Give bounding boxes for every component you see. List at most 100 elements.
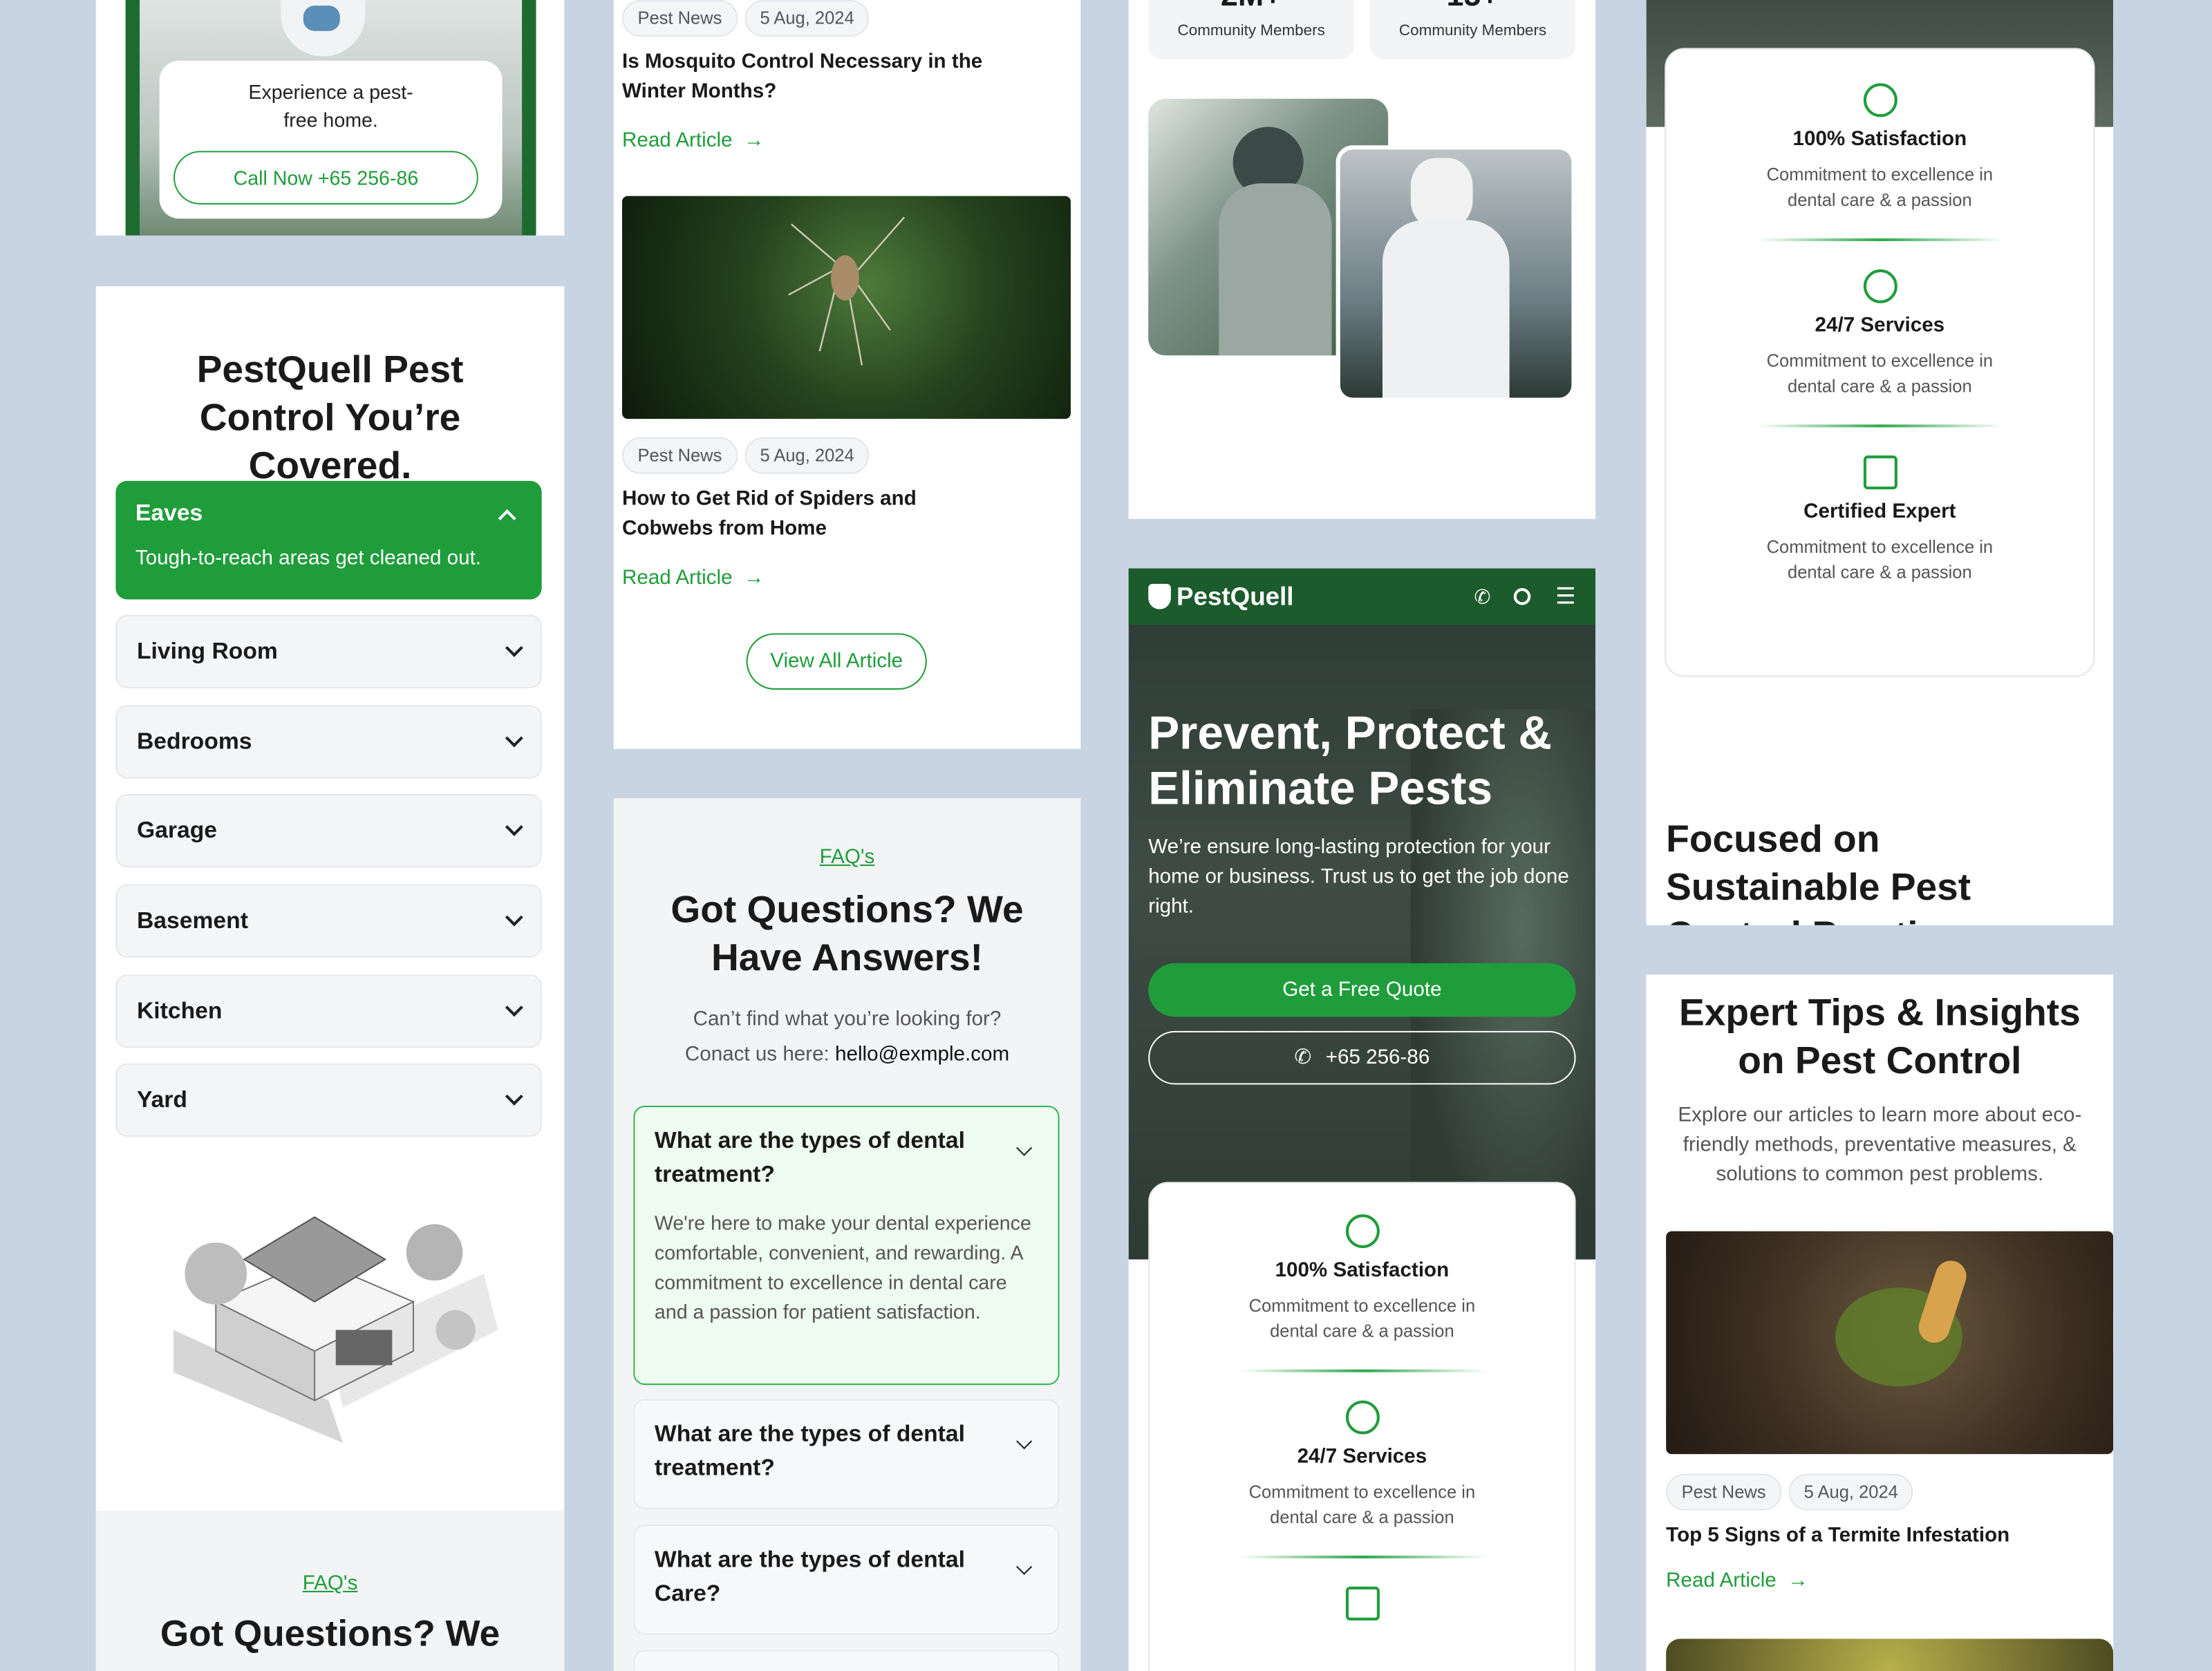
- community-stat: 15+ Community Members: [1369, 0, 1576, 59]
- hero-title: Prevent, Protect & Eliminate Pests: [1148, 706, 1553, 814]
- location-pin-icon[interactable]: [1513, 588, 1530, 605]
- date-chip: 5 Aug, 2024: [744, 0, 870, 37]
- accordion-item-garage[interactable]: Garage: [115, 793, 542, 868]
- tips-title: Expert Tips & Insights on Pest Control: [1678, 991, 2081, 1082]
- stats-card: 100% Satisfaction Commitment to excellen…: [1148, 1182, 1576, 1671]
- covered-title: PestQuell Pest Control You’re Covered.: [196, 348, 464, 487]
- chevron-down-icon: [505, 999, 523, 1017]
- faq-tag: FAQ's: [302, 1572, 358, 1596]
- faq-subtitle-line: Can’t find what you’re looking for?: [693, 1008, 1002, 1031]
- sustainable-title: Focused on Sustainable Pest Control Prac…: [1666, 818, 1981, 925]
- brand-name[interactable]: PestQuell: [1177, 582, 1293, 612]
- article-card: Pest News 5 Aug, 2024 Is Mosquito Control…: [621, 0, 1074, 153]
- stat-text: Commitment to excellence in dental care …: [1766, 164, 1994, 211]
- contact-email-link[interactable]: hello@exmple.com: [835, 1044, 1009, 1066]
- arrow-right-icon: →: [743, 129, 765, 153]
- faq-item[interactable]: What are the types of dental Care?: [633, 1524, 1060, 1635]
- faq-question: What are the types of dental treatment?: [654, 1422, 966, 1481]
- faq-answer: We're here to make your dental experienc…: [654, 1211, 1031, 1323]
- chevron-down-icon: [505, 639, 523, 657]
- phone-icon[interactable]: ✆: [1474, 585, 1490, 609]
- cta-text: Experience a pest-free home.: [248, 80, 413, 131]
- view-all-button[interactable]: View All Article: [746, 633, 927, 690]
- next-article-photo: [1666, 1639, 2114, 1671]
- chevron-down-icon: [505, 729, 523, 748]
- read-article-link[interactable]: Read Article →: [622, 567, 1074, 589]
- badge-100-icon: [1344, 1214, 1379, 1249]
- community-value: 2M+: [1148, 0, 1354, 14]
- read-article-label: Read Article: [1666, 1569, 1777, 1593]
- accordion-item-eaves[interactable]: Eaves Tough-to-reach areas get cleaned o…: [115, 480, 542, 600]
- accordion-text: Tough-to-reach areas get cleaned out.: [135, 547, 482, 570]
- divider: [1755, 238, 2004, 241]
- stat-title: Certified Expert: [1803, 500, 1956, 524]
- stat-title: 24/7 Services: [1815, 314, 1945, 337]
- cta-card: Experience a pest-free home. Call Now +6…: [159, 60, 503, 219]
- shield-logo-icon: [1148, 583, 1171, 610]
- read-article-link[interactable]: Read Article →: [622, 130, 1074, 153]
- get-quote-button[interactable]: Get a Free Quote: [1148, 963, 1576, 1017]
- headset-24-icon: [1344, 1400, 1379, 1435]
- phone-button-label: +65 256-86: [1325, 1046, 1430, 1069]
- date-chip: 5 Aug, 2024: [744, 437, 870, 474]
- faq-item[interactable]: What are the types of dental treatment?: [633, 1399, 1060, 1509]
- stat-certified: [1150, 1586, 1574, 1621]
- accordion-item-bedrooms[interactable]: Bedrooms: [115, 705, 542, 779]
- sustainable-panel: 100% Satisfaction Commitment to excellen…: [1646, 0, 2114, 925]
- house-illustration: [174, 1216, 498, 1443]
- community-label: Community Members: [1177, 22, 1325, 40]
- faq-item[interactable]: [633, 1650, 1060, 1671]
- call-now-button[interactable]: Call Now +65 256-86: [174, 151, 478, 205]
- accordion-label: Garage: [136, 817, 218, 843]
- menu-icon[interactable]: ☰: [1555, 583, 1575, 611]
- faq-panel: FAQ's Got Questions? We Have Answers! Ca…: [613, 798, 1081, 1671]
- cta-panel: Experience a pest-free home. Call Now +6…: [95, 0, 565, 236]
- read-article-link[interactable]: Read Article →: [1666, 1569, 2103, 1592]
- top-navbar: PestQuell ✆ ☰: [1128, 568, 1596, 625]
- faq-title: Got Questions? We Have Answers!: [671, 888, 1024, 979]
- stat-text: Commitment to excellence in dental care …: [1248, 1296, 1476, 1341]
- accordion-item-living-room[interactable]: Living Room: [115, 614, 542, 688]
- chevron-up-icon: [498, 508, 516, 527]
- tips-panel: Expert Tips & Insights on Pest Control E…: [1646, 974, 2114, 1671]
- read-article-label: Read Article: [621, 567, 733, 590]
- category-chip: Pest News: [621, 437, 738, 474]
- stat-text: Commitment to excellence in dental care …: [1766, 537, 1994, 583]
- chevron-down-icon: [505, 908, 523, 927]
- stat-title: 100% Satisfaction: [1275, 1259, 1450, 1283]
- accordion-label: Basement: [136, 907, 248, 933]
- community-stat: 2M+ Community Members: [1148, 0, 1355, 59]
- faq-question: What are the types of dental treatment?: [654, 1128, 966, 1188]
- accordion-label: Bedrooms: [136, 728, 252, 754]
- faq-subtitle: Can’t find what you’re looking for? Cona…: [614, 1003, 1081, 1073]
- accordion-item-kitchen[interactable]: Kitchen: [115, 974, 542, 1048]
- faq-item-open[interactable]: What are the types of dental treatment? …: [633, 1105, 1060, 1386]
- article-title[interactable]: Top 5 Signs of a Termite Infestation: [1666, 1524, 2103, 1547]
- phone-button[interactable]: ✆ +65 256-86: [1148, 1030, 1576, 1085]
- chevron-down-icon: [505, 1087, 523, 1106]
- divider: [1237, 1556, 1486, 1559]
- article-title[interactable]: Is Mosquito Control Necessary in the Win…: [622, 48, 989, 107]
- faq-question: What are the types of dental Care?: [654, 1547, 966, 1607]
- stat-text: Commitment to excellence in dental care …: [1766, 351, 1994, 397]
- technician-photo-2: [1335, 145, 1576, 402]
- stat-title: 100% Satisfaction: [1792, 128, 1967, 151]
- mobile-home-panel: PestQuell ✆ ☰ Prevent, Protect & Elimina…: [1128, 568, 1596, 1671]
- article-card: Pest News 5 Aug, 2024 How to Get Rid of S…: [621, 437, 1074, 589]
- chevron-down-icon: [1016, 1433, 1033, 1450]
- covered-panel: PestQuell Pest Control You’re Covered. E…: [95, 286, 565, 1671]
- tips-text: Explore our articles to learn more about…: [1678, 1104, 2082, 1187]
- chevron-down-icon: [505, 818, 523, 836]
- divider: [1237, 1369, 1486, 1372]
- stat-satisfaction: 100% Satisfaction Commitment to excellen…: [1150, 1214, 1574, 1344]
- headset-24-icon: [1862, 269, 1897, 303]
- stat-services: 24/7 Services Commitment to excellence i…: [1150, 1400, 1574, 1531]
- arrow-right-icon: →: [1788, 1569, 1808, 1593]
- accordion-item-yard[interactable]: Yard: [115, 1063, 542, 1137]
- stat-services: 24/7 Services Commitment to excellence i…: [1666, 269, 2093, 399]
- phone-icon: ✆: [1294, 1046, 1312, 1069]
- certificate-icon: [1862, 455, 1897, 490]
- article-title[interactable]: How to Get Rid of Spiders and Cobwebs fr…: [622, 485, 946, 545]
- accordion-item-basement[interactable]: Basement: [115, 884, 542, 958]
- accordion-label: Yard: [136, 1086, 187, 1113]
